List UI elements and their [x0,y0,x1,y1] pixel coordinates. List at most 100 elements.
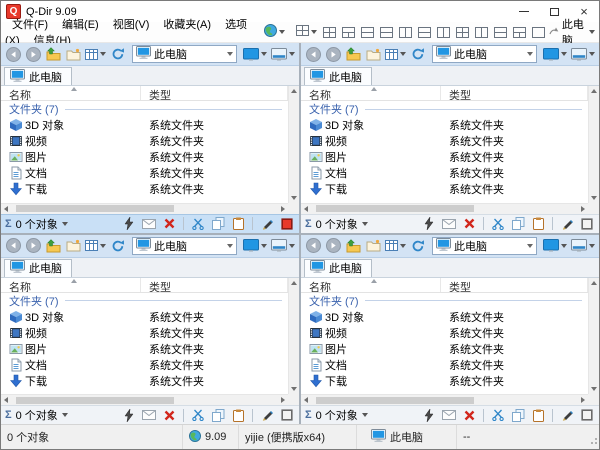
address-combobox[interactable]: 此电脑 [132,45,237,63]
forward-button[interactable] [324,237,342,255]
pane-indicator-button[interactable] [579,216,595,232]
desktop-button[interactable] [242,237,268,255]
edit-button[interactable] [559,216,575,232]
new-folder-button[interactable] [364,45,382,63]
scroll-right-icon[interactable] [581,397,585,403]
pane-indicator-button[interactable] [279,216,295,232]
column-header-type[interactable]: 类型 [141,278,288,292]
scroll-right-icon[interactable] [281,206,285,212]
layout-rows2-button[interactable] [359,25,376,40]
rename-button[interactable] [141,216,157,232]
desktop-button[interactable] [542,45,568,63]
monitor-button[interactable] [570,237,596,255]
vertical-scrollbar[interactable] [588,278,599,395]
flash-button[interactable] [121,407,137,423]
rename-button[interactable] [441,407,457,423]
scroll-left-icon[interactable] [4,397,8,403]
scroll-up-icon[interactable] [291,89,297,93]
monitor-button[interactable] [570,45,596,63]
file-row[interactable]: 文档 系统文件夹 [1,165,288,181]
pane-indicator-button[interactable] [279,407,295,423]
view-mode-button[interactable] [384,45,407,63]
menu-item-2[interactable]: 视图(V) [106,17,157,33]
column-header-type[interactable]: 类型 [441,278,588,292]
column-header-type[interactable]: 类型 [141,86,288,100]
layout-rows2-button[interactable] [416,25,433,40]
scroll-left-icon[interactable] [4,206,8,212]
paste-button[interactable] [230,216,246,232]
back-button[interactable] [304,45,322,63]
scrollbar-thumb[interactable] [16,205,174,212]
chevron-down-icon[interactable] [62,413,68,417]
view-mode-button[interactable] [384,237,407,255]
view-mode-button[interactable] [84,45,107,63]
layout-rows2-button[interactable] [378,25,395,40]
new-folder-button[interactable] [64,237,82,255]
vertical-scrollbar[interactable] [288,86,299,203]
file-row[interactable]: 3D 对象 系统文件夹 [1,117,288,133]
vertical-scrollbar[interactable] [288,278,299,395]
horizontal-scrollbar[interactable] [1,203,288,214]
tab-this-pc[interactable]: 此电脑 [304,259,372,277]
scrollbar-thumb[interactable] [16,397,174,404]
desktop-button[interactable] [542,237,568,255]
file-row[interactable]: 3D 对象 系统文件夹 [301,309,588,325]
new-folder-button[interactable] [364,237,382,255]
address-combobox[interactable]: 此电脑 [432,237,537,255]
group-header[interactable]: 文件夹 (7) [301,293,588,309]
address-combobox[interactable]: 此电脑 [432,45,537,63]
edit-button[interactable] [259,407,275,423]
object-count[interactable]: 0 个对象 [16,216,58,232]
scroll-down-icon[interactable] [291,387,297,391]
back-button[interactable] [4,237,22,255]
object-count[interactable]: 0 个对象 [316,407,358,423]
group-header[interactable]: 文件夹 (7) [1,101,288,117]
desktop-button[interactable] [242,45,268,63]
monitor-button[interactable] [270,237,296,255]
file-row[interactable]: 3D 对象 系统文件夹 [1,309,288,325]
rename-button[interactable] [141,407,157,423]
flash-button[interactable] [421,216,437,232]
scroll-left-icon[interactable] [304,206,308,212]
copy-button[interactable] [510,216,526,232]
resize-grip[interactable] [588,435,598,448]
pane-indicator-button[interactable] [579,407,595,423]
view-mode-button[interactable] [84,237,107,255]
layout-cols2-button[interactable] [473,25,490,40]
scroll-right-icon[interactable] [281,397,285,403]
file-row[interactable]: 视频 系统文件夹 [1,133,288,149]
file-row[interactable]: 文档 系统文件夹 [301,357,588,373]
scroll-up-icon[interactable] [591,89,597,93]
file-row[interactable]: 下载 系统文件夹 [1,181,288,197]
folder-up-button[interactable] [344,45,362,63]
forward-button[interactable] [324,45,342,63]
tab-this-pc[interactable]: 此电脑 [4,67,72,85]
layout-top1-bottom2-button[interactable] [340,25,357,40]
tab-this-pc[interactable]: 此电脑 [4,259,72,277]
copy-button[interactable] [210,216,226,232]
layout-menu-button[interactable] [294,24,319,40]
back-button[interactable] [304,237,322,255]
refresh-button[interactable] [109,237,127,255]
layout-single-button[interactable] [530,25,547,40]
file-row[interactable]: 视频 系统文件夹 [301,133,588,149]
chevron-down-icon[interactable] [589,30,595,34]
layout-cols2-button[interactable] [397,25,414,40]
chevron-down-icon[interactable] [62,222,68,226]
minimize-button[interactable] [509,1,539,22]
horizontal-scrollbar[interactable] [1,394,288,405]
group-header[interactable]: 文件夹 (7) [301,101,588,117]
scroll-down-icon[interactable] [591,387,597,391]
edit-button[interactable] [259,216,275,232]
scroll-left-icon[interactable] [304,397,308,403]
file-row[interactable]: 文档 系统文件夹 [301,165,588,181]
scroll-up-icon[interactable] [291,281,297,285]
layout-top1-bottom2-button[interactable] [511,25,528,40]
menu-item-1[interactable]: 编辑(E) [55,17,106,33]
edit-button[interactable] [559,407,575,423]
file-row[interactable]: 图片 系统文件夹 [1,149,288,165]
cut-button[interactable] [490,407,506,423]
scrollbar-thumb[interactable] [316,205,474,212]
file-row[interactable]: 3D 对象 系统文件夹 [301,117,588,133]
tab-this-pc[interactable]: 此电脑 [304,67,372,85]
